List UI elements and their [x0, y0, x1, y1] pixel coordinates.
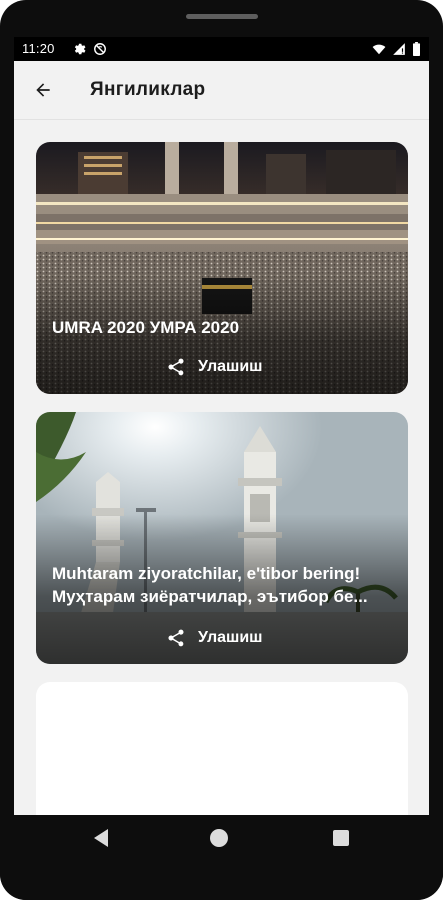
status-right-icons: [372, 42, 421, 56]
page-title: Янгиликлар: [90, 79, 206, 100]
settings-icon: [74, 43, 86, 55]
status-bar: 11:20: [14, 37, 429, 61]
speaker-grille: [186, 14, 258, 19]
news-card-umra[interactable]: UMRA 2020 УМРА 2020 Улашиш: [36, 142, 408, 394]
back-button[interactable]: [30, 77, 56, 103]
app-bar: Янгиликлар: [14, 61, 429, 120]
no-sync-icon: [94, 43, 106, 55]
wifi-icon: [372, 44, 386, 55]
news-title: UMRA 2020 УМРА 2020: [52, 318, 240, 337]
share-button[interactable]: Улашиш: [166, 625, 263, 651]
news-title-line1: Muhtaram ziyoratchilar, e'tibor bering!: [52, 564, 361, 583]
share-icon: [168, 358, 184, 376]
nav-home-icon[interactable]: [208, 827, 230, 849]
share-button[interactable]: Улашиш: [166, 354, 263, 380]
news-card-pilgrims[interactable]: Muhtaram ziyoratchilar, e'tibor bering! …: [36, 412, 408, 664]
nav-back-icon[interactable]: [92, 828, 110, 848]
battery-icon: [413, 42, 420, 56]
share-icon: [168, 629, 184, 647]
arrow-back-icon: [36, 83, 50, 97]
nav-recent-icon[interactable]: [333, 830, 349, 846]
share-label: Улашиш: [198, 629, 263, 646]
status-time: 11:20: [22, 41, 55, 56]
signal-icon: [393, 43, 405, 55]
phone-frame: 11:20 Янгиликлар UMRA 2020 УМРА 2020 Ула…: [0, 0, 443, 900]
app-screen: 11:20 Янгиликлар UMRA 2020 УМРА 2020 Ула…: [14, 37, 429, 815]
status-left-icons: [72, 42, 107, 56]
system-nav-bar: [0, 815, 443, 900]
share-label: Улашиш: [198, 358, 263, 375]
news-card-placeholder[interactable]: [36, 682, 408, 815]
news-title: Muhtaram ziyoratchilar, e'tibor bering! …: [52, 562, 394, 608]
news-title-line2: Муҳтарам зиёратчилар, эътибор бе...: [52, 587, 368, 606]
